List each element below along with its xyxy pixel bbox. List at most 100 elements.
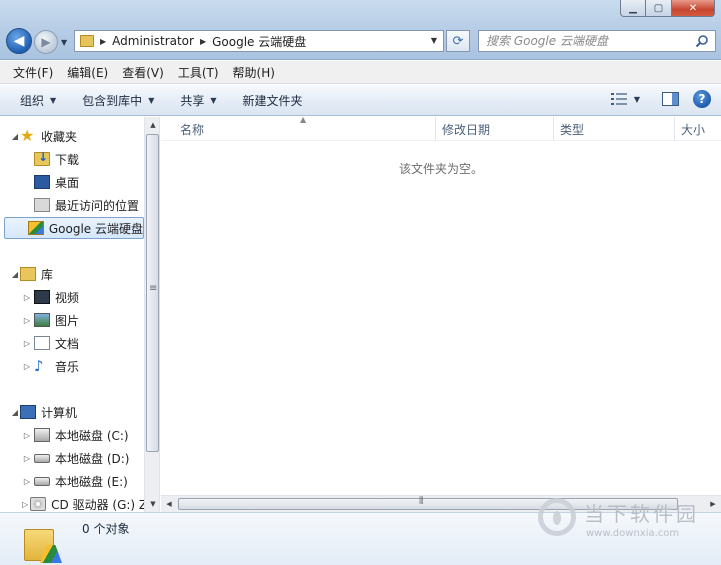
search-icon[interactable] <box>695 34 709 48</box>
preview-pane-icon[interactable] <box>662 92 679 106</box>
organize-button[interactable]: 组织 ▼ <box>10 92 66 109</box>
menu-bar: 文件(F) 编辑(E) 查看(V) 工具(T) 帮助(H) <box>0 61 721 84</box>
folder-icon <box>80 35 94 47</box>
star-icon: ★ <box>20 126 35 145</box>
menu-edit[interactable]: 编辑(E) <box>60 64 115 81</box>
breadcrumb-google-drive[interactable]: Google 云端硬盘 <box>212 33 306 50</box>
nav-item-music[interactable]: ▷ ♪ 音乐 <box>0 355 144 377</box>
nav-item-label: Google 云端硬盘 <box>48 221 143 236</box>
breadcrumb-administrator[interactable]: Administrator <box>112 34 194 48</box>
collapsed-triangle-icon[interactable]: ▷ <box>22 500 28 509</box>
nav-item-drive-g[interactable]: ▷ CD 驱动器 (G:) Z <box>0 493 144 512</box>
collapsed-triangle-icon[interactable]: ▷ <box>22 316 32 325</box>
nav-item-label: CD 驱动器 (G:) Z <box>51 497 144 512</box>
music-note-icon: ♪ <box>34 357 44 375</box>
nav-item-label: 本地磁盘 (D:) <box>55 451 130 466</box>
nav-favorites[interactable]: ◢ ★ 收藏夹 <box>0 125 144 147</box>
column-size[interactable]: 大小 <box>675 117 721 141</box>
chevron-right-icon[interactable]: ▶ <box>100 37 106 46</box>
view-controls: ▼ ? <box>610 90 711 108</box>
expanded-triangle-icon[interactable]: ◢ <box>10 132 20 141</box>
nav-item-pictures[interactable]: ▷ 图片 <box>0 309 144 331</box>
scroll-down-icon[interactable]: ▼ <box>145 496 159 512</box>
nav-vertical-scrollbar[interactable]: ▲ ▼ <box>144 117 159 512</box>
new-folder-button[interactable]: 新建文件夹 <box>233 92 313 109</box>
nav-item-drive-e[interactable]: ▷ 本地磁盘 (E:) <box>0 470 144 492</box>
nav-item-label: 文档 <box>55 336 80 351</box>
expanded-triangle-icon[interactable]: ◢ <box>10 408 20 417</box>
maximize-button[interactable]: ▢ <box>646 0 672 17</box>
chevron-right-icon[interactable]: ▶ <box>200 37 206 46</box>
pictures-library-icon <box>34 313 50 327</box>
hard-drive-icon <box>34 476 50 486</box>
chevron-down-icon: ▼ <box>148 95 155 105</box>
nav-item-documents[interactable]: ▷ 文档 <box>0 332 144 354</box>
menu-view[interactable]: 查看(V) <box>115 64 171 81</box>
nav-item-desktop[interactable]: 桌面 <box>0 171 144 193</box>
nav-item-label: 本地磁盘 (E:) <box>55 474 128 489</box>
nav-item-drive-d[interactable]: ▷ 本地磁盘 (D:) <box>0 447 144 469</box>
nav-item-google-drive[interactable]: Google 云端硬盘 <box>4 217 144 239</box>
documents-library-icon <box>34 336 50 350</box>
scroll-left-icon[interactable]: ◀ <box>161 496 177 512</box>
cd-drive-icon <box>30 497 47 511</box>
help-icon[interactable]: ? <box>693 90 711 108</box>
title-bar: ▁ ▢ ✕ ◀ ▶ ▼ ▶ Administrator ▶ Google 云端硬… <box>0 0 721 60</box>
menu-file[interactable]: 文件(F) <box>6 64 60 81</box>
nav-item-downloads[interactable]: 下载 <box>0 148 144 170</box>
file-list[interactable]: ▲ 名称 修改日期 类型 大小 该文件夹为空。 ◀ ▶ <box>161 115 721 512</box>
nav-item-label: 最近访问的位置 <box>55 198 140 213</box>
scroll-right-icon[interactable]: ▶ <box>705 496 721 512</box>
window-controls: ▁ ▢ ✕ <box>620 0 715 17</box>
search-input[interactable] <box>479 32 689 50</box>
scrollbar-thumb[interactable] <box>146 134 159 452</box>
column-date-modified[interactable]: 修改日期 <box>436 117 554 141</box>
nav-item-drive-c[interactable]: ▷ 本地磁盘 (C:) <box>0 424 144 446</box>
forward-button[interactable]: ▶ <box>34 30 58 54</box>
collapsed-triangle-icon[interactable]: ▷ <box>22 431 32 440</box>
include-in-library-button[interactable]: 包含到库中 ▼ <box>72 92 164 109</box>
hard-drive-icon <box>34 453 50 463</box>
computer-icon <box>20 405 36 419</box>
scroll-up-icon[interactable]: ▲ <box>145 117 159 133</box>
chevron-down-icon: ▼ <box>210 95 217 105</box>
video-library-icon <box>34 290 50 304</box>
collapsed-triangle-icon[interactable]: ▷ <box>22 362 32 371</box>
refresh-button[interactable]: ⟳ <box>446 30 470 52</box>
chevron-down-icon[interactable]: ▼ <box>431 36 437 45</box>
share-button[interactable]: 共享 ▼ <box>170 92 226 109</box>
collapsed-triangle-icon[interactable]: ▷ <box>22 454 32 463</box>
column-name[interactable]: 名称 <box>174 117 436 141</box>
details-view-icon <box>610 93 627 105</box>
refresh-icon: ⟳ <box>452 33 464 49</box>
nav-item-label: 视频 <box>55 290 80 305</box>
nav-computer[interactable]: ◢ 计算机 <box>0 401 144 423</box>
nav-item-label: 本地磁盘 (C:) <box>55 428 129 443</box>
back-button[interactable]: ◀ <box>6 28 32 54</box>
nav-item-videos[interactable]: ▷ 视频 <box>0 286 144 308</box>
close-button[interactable]: ✕ <box>672 0 715 17</box>
menu-help[interactable]: 帮助(H) <box>226 64 282 81</box>
scrollbar-thumb[interactable] <box>178 496 678 510</box>
menu-tools[interactable]: 工具(T) <box>171 64 226 81</box>
recent-pages-dropdown[interactable]: ▼ <box>61 38 67 47</box>
nav-libraries[interactable]: ◢ 库 <box>0 263 144 285</box>
expanded-triangle-icon[interactable]: ◢ <box>10 270 20 279</box>
empty-folder-message: 该文件夹为空。 <box>398 162 483 176</box>
navigation-pane: ◢ ★ 收藏夹 下载 桌面 最近访问的位置 Google 云端硬盘 ◢ 库 ▷ … <box>0 117 160 512</box>
organize-label: 组织 <box>20 93 45 108</box>
address-bar[interactable]: ▶ Administrator ▶ Google 云端硬盘 ▼ <box>74 30 444 52</box>
google-drive-folder-icon <box>24 521 62 563</box>
arrow-right-icon: ▶ <box>41 35 51 49</box>
collapsed-triangle-icon[interactable]: ▷ <box>22 293 32 302</box>
details-pane: 0 个对象 <box>0 512 721 565</box>
nav-computer-label: 计算机 <box>41 405 78 420</box>
minimize-button[interactable]: ▁ <box>620 0 646 17</box>
collapsed-triangle-icon[interactable]: ▷ <box>22 339 32 348</box>
content-horizontal-scrollbar[interactable]: ◀ ▶ <box>161 495 721 512</box>
nav-item-recent-places[interactable]: 最近访问的位置 <box>0 194 144 216</box>
column-type[interactable]: 类型 <box>554 117 675 141</box>
collapsed-triangle-icon[interactable]: ▷ <box>22 477 32 486</box>
change-view-button[interactable]: ▼ <box>610 92 640 106</box>
search-box[interactable] <box>478 30 716 52</box>
